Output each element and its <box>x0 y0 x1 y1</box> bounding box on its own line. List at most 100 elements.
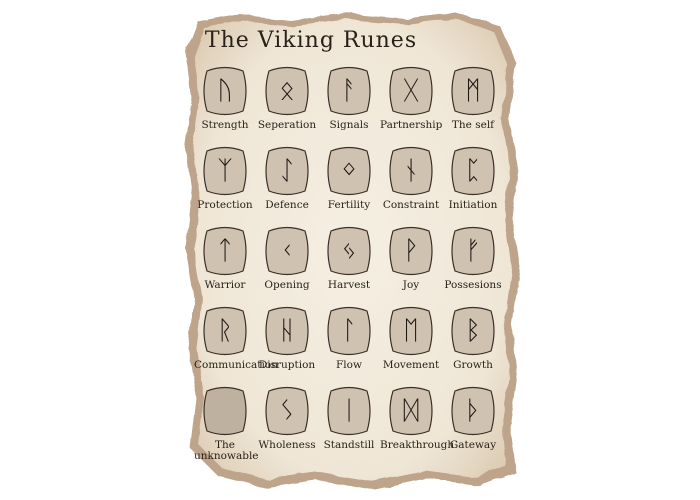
rune-stone: ᛊ <box>265 386 309 436</box>
rune-card: ᛁ Standstill <box>318 386 380 451</box>
rune-label: Constraint <box>382 199 440 211</box>
rune-stone: ᚹ <box>389 226 433 276</box>
rune-glyph: ᚱ <box>217 316 233 346</box>
rune-card: ᚾ Constraint <box>380 146 442 211</box>
rune-label: The self <box>451 119 495 131</box>
rune-label: Harvest <box>327 279 371 291</box>
rune-stone: ᛜ <box>327 146 371 196</box>
rune-label: Gateway <box>449 439 497 451</box>
rune-stone: ᛒ <box>451 306 495 356</box>
rune-label: Initiation <box>448 199 498 211</box>
rune-stone: ᛞ <box>389 386 433 436</box>
rune-label: Opening <box>264 279 310 291</box>
rune-glyph: ᛜ <box>341 156 357 186</box>
rune-card: The unknowable <box>194 386 259 462</box>
rune-glyph: ᛈ <box>465 156 481 186</box>
rune-card: ᛖ Movement <box>380 306 442 371</box>
rune-card: ᛗ The self <box>442 66 504 131</box>
rune-card: ᚨ Signals <box>318 66 380 131</box>
rune-grid: ᚢ Strength ᛟ Seperation ᚨ Signals ᚷ Part… <box>194 66 504 486</box>
rune-label: Protection <box>197 199 253 211</box>
rune-glyph: ᛒ <box>465 316 481 346</box>
rune-label: Breakthrough <box>380 439 455 451</box>
rune-label: Fertility <box>327 199 371 211</box>
rune-glyph: ᛊ <box>279 396 295 426</box>
rune-stone: ᛟ <box>265 66 309 116</box>
rune-stone: ᛈ <box>451 146 495 196</box>
rune-label: Growth <box>453 359 493 371</box>
rune-card: ᚱ Communication <box>194 306 278 371</box>
rune-card: ᛟ Seperation <box>256 66 318 131</box>
rune-label: Seperation <box>257 119 317 131</box>
rune-card: ᛈ Initiation <box>442 146 504 211</box>
rune-stone: ᛚ <box>327 306 371 356</box>
rune-label: Possesions <box>444 279 502 291</box>
rune-label: Joy <box>402 279 420 291</box>
rune-card: ᛚ Flow <box>318 306 380 371</box>
rune-glyph <box>203 386 247 436</box>
rune-glyph: ᛖ <box>403 316 419 346</box>
rune-glyph: ᛞ <box>403 396 419 426</box>
rune-card: ᛏ Warrior <box>194 226 256 291</box>
rune-label: Partnership <box>380 119 443 131</box>
rune-glyph: ᚺ <box>279 316 295 346</box>
rune-stone: ᚦ <box>451 386 495 436</box>
rune-glyph: ᚲ <box>279 236 295 266</box>
rune-stone: ᚢ <box>203 66 247 116</box>
rune-stone: ᚲ <box>265 226 309 276</box>
rune-glyph: ᛚ <box>341 316 357 346</box>
rune-glyph: ᚢ <box>217 76 233 106</box>
rune-label: Strength <box>201 119 249 131</box>
rune-card: ᚺ Disruption <box>256 306 318 371</box>
rune-glyph: ᛃ <box>341 236 357 266</box>
rune-card: ᚠ Possesions <box>442 226 504 291</box>
rune-stone: ᛇ <box>265 146 309 196</box>
rune-stone: ᛁ <box>327 386 371 436</box>
rune-stone: ᛏ <box>203 226 247 276</box>
rune-glyph: ᛇ <box>279 156 295 186</box>
rune-glyph: ᛟ <box>279 76 295 106</box>
rune-glyph: ᛗ <box>465 76 481 106</box>
rune-glyph: ᚾ <box>403 156 419 186</box>
rune-glyph: ᚦ <box>465 396 481 426</box>
rune-glyph: ᚹ <box>403 236 419 266</box>
rune-card: ᛒ Growth <box>442 306 504 371</box>
rune-stone: ᚾ <box>389 146 433 196</box>
rune-label: Movement <box>382 359 440 371</box>
rune-stone: ᚱ <box>203 306 247 356</box>
rune-glyph: ᛉ <box>217 156 233 186</box>
rune-card: ᚲ Opening <box>256 226 318 291</box>
rune-stone: ᛖ <box>389 306 433 356</box>
page-title: The Viking Runes <box>204 28 418 53</box>
rune-label: Defence <box>265 199 309 211</box>
rune-label: Flow <box>336 359 362 371</box>
rune-card: ᚷ Partnership <box>380 66 442 131</box>
parchment-sheet: The Viking Runes ᚢ Strength ᛟ Seperation <box>180 8 525 493</box>
rune-label: The unknowable <box>194 439 259 462</box>
rune-stone: ᚺ <box>265 306 309 356</box>
rune-card: ᚹ Joy <box>380 226 442 291</box>
rune-label: Communication <box>194 359 278 371</box>
rune-stone: ᚠ <box>451 226 495 276</box>
rune-label: Standstill <box>323 439 375 451</box>
rune-card: ᛉ Protection <box>194 146 256 211</box>
rune-stone <box>203 386 247 436</box>
rune-stone: ᚷ <box>389 66 433 116</box>
rune-glyph: ᚷ <box>403 76 419 106</box>
rune-label: Warrior <box>204 279 246 291</box>
rune-glyph: ᛏ <box>217 236 233 266</box>
rune-card: ᛇ Defence <box>256 146 318 211</box>
rune-label: Wholeness <box>258 439 316 451</box>
rune-stone: ᚨ <box>327 66 371 116</box>
rune-stone: ᛉ <box>203 146 247 196</box>
rune-label: Disruption <box>258 359 316 371</box>
rune-glyph: ᚨ <box>341 76 357 106</box>
rune-stone: ᛗ <box>451 66 495 116</box>
rune-card: ᛜ Fertility <box>318 146 380 211</box>
rune-label: Signals <box>329 119 369 131</box>
rune-glyph: ᛁ <box>341 396 357 426</box>
rune-card: ᛞ Breakthrough <box>380 386 455 451</box>
rune-card: ᚢ Strength <box>194 66 256 131</box>
rune-card: ᛊ Wholeness <box>256 386 318 451</box>
rune-stone: ᛃ <box>327 226 371 276</box>
